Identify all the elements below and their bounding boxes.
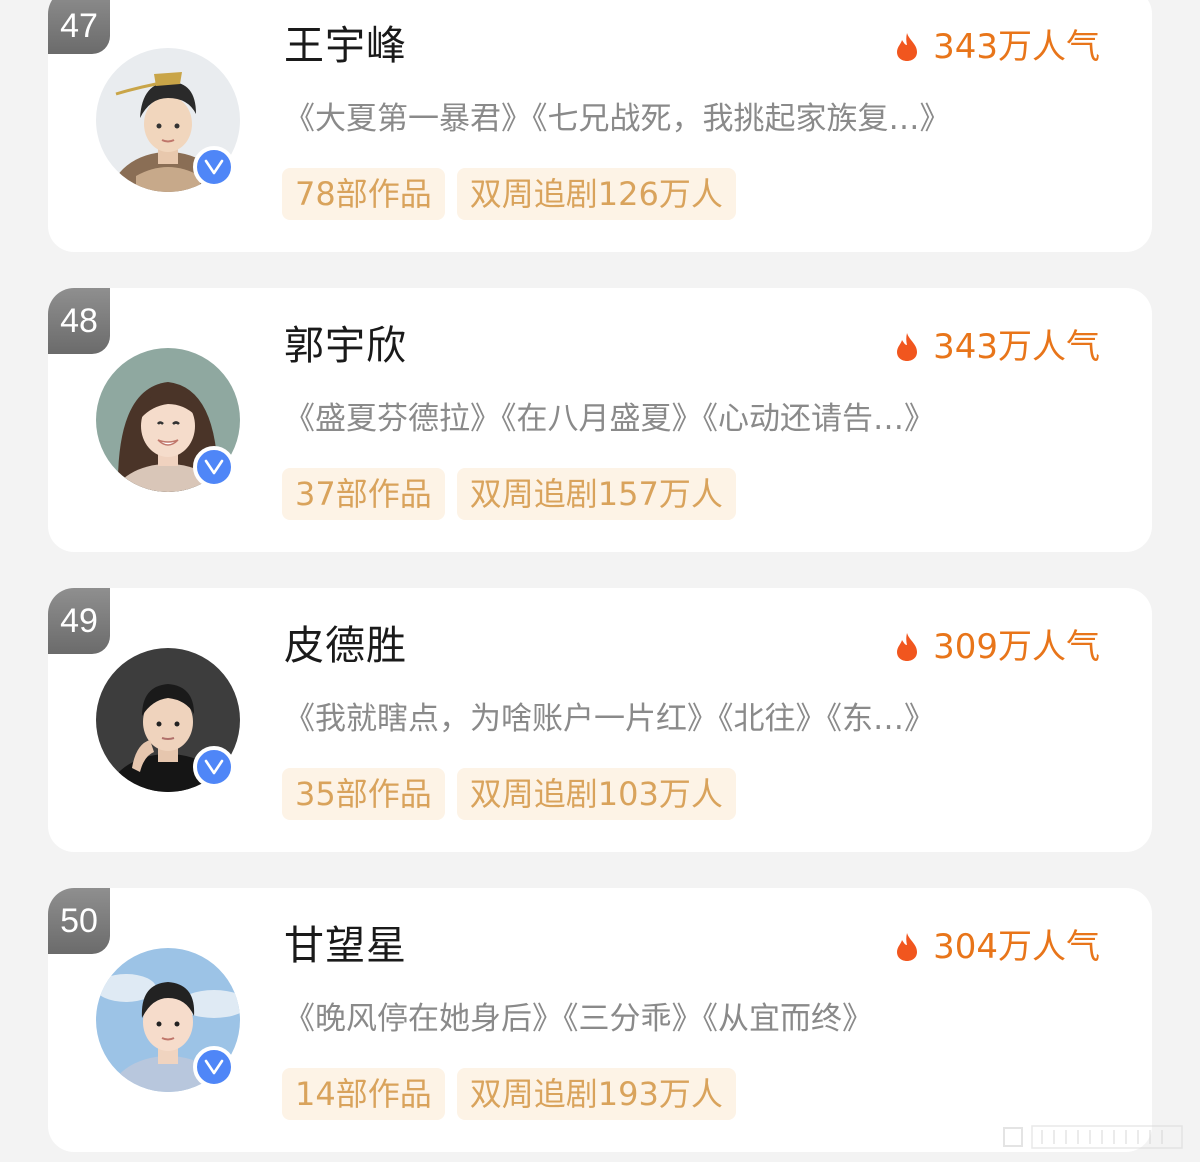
actor-name[interactable]: 郭宇欣 [284,318,407,374]
tags: 14部作品 双周追剧193万人 [282,1068,748,1120]
actor-name[interactable]: 皮德胜 [284,618,407,674]
works-count-tag: 78部作品 [282,168,445,220]
works-list[interactable]: 《盛夏芬德拉》《在八月盛夏》《心动还请告…》 [284,396,935,442]
fire-icon [897,33,918,61]
works-list[interactable]: 《大夏第一暴君》《七兄战死，我挑起家族复…》 [284,96,951,142]
popularity: 304万人气 [895,922,1100,972]
fans-count-tag: 双周追剧193万人 [456,1068,736,1120]
fans-count-tag: 双周追剧103万人 [456,768,736,820]
verified-v-icon [204,759,224,775]
verified-badge [193,746,235,788]
rank-badge: 47 [48,0,110,54]
popularity-text: 304万人气 [933,927,1100,967]
rank-badge: 48 [48,288,110,354]
verified-badge [193,1046,235,1088]
popularity-text: 309万人气 [933,627,1100,667]
ranking-card[interactable]: 48 郭宇欣 343万人气 《盛夏芬德拉》《在八月盛夏》《心动还请告…》 37部… [48,288,1152,552]
works-count-tag: 37部作品 [282,468,445,520]
works-list[interactable]: 《晚风停在她身后》《三分乖》《从宜而终》 [284,996,873,1042]
rank-badge: 50 [48,888,110,954]
fire-icon [897,333,918,361]
works-count-tag: 14部作品 [282,1068,445,1120]
verified-v-icon [204,159,224,175]
fire-icon [897,633,918,661]
fans-count-tag: 双周追剧126万人 [456,168,736,220]
popularity: 309万人气 [895,622,1100,672]
popularity-text: 343万人气 [933,27,1100,67]
verified-v-icon [204,1059,224,1075]
fans-count-tag: 双周追剧157万人 [456,468,736,520]
watermark-icon [1003,1125,1183,1149]
ranking-card[interactable]: 50 甘望星 304万人气 《晚风停在她身后》《三分乖》《从宜而终》 14部作品… [48,888,1152,1152]
ranking-card[interactable]: 47 王宇峰 343万人气 《大夏第一暴君》《七兄战死，我挑起家族复…》 78部… [48,0,1152,252]
verified-badge [193,146,235,188]
works-list[interactable]: 《我就瞎点，为啥账户一片红》《北往》《东…》 [284,696,935,742]
popularity-text: 343万人气 [933,327,1100,367]
rank-badge: 49 [48,588,110,654]
tags: 78部作品 双周追剧126万人 [282,168,748,220]
works-count-tag: 35部作品 [282,768,445,820]
actor-name[interactable]: 王宇峰 [284,18,407,74]
verified-v-icon [204,459,224,475]
fire-icon [897,933,918,961]
tags: 35部作品 双周追剧103万人 [282,768,748,820]
actor-name[interactable]: 甘望星 [284,918,407,974]
popularity: 343万人气 [895,322,1100,372]
popularity: 343万人气 [895,22,1100,72]
ranking-card[interactable]: 49 皮德胜 309万人气 《我就瞎点，为啥账户一片红》《北往》《东…》 35部… [48,588,1152,852]
verified-badge [193,446,235,488]
tags: 37部作品 双周追剧157万人 [282,468,748,520]
